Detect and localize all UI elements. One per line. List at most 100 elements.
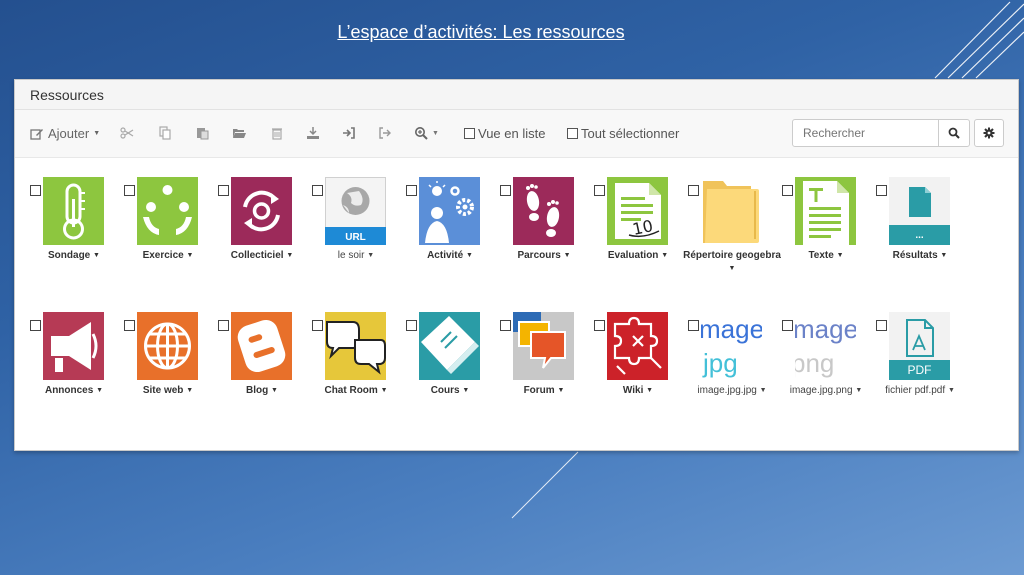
copy-button[interactable] [158, 126, 172, 140]
resource-checkbox[interactable] [500, 320, 511, 331]
resource-label: Résultats ▼ [892, 250, 948, 261]
resource-label: Texte ▼ [808, 250, 844, 261]
resource-checkbox[interactable] [312, 185, 323, 196]
resource-checkbox[interactable] [406, 320, 417, 331]
exercise-people-icon [137, 177, 198, 245]
sign-out-icon [379, 127, 391, 139]
svg-text:png: png [795, 348, 834, 378]
cycle-arrows-icon [231, 177, 292, 245]
download-icon [307, 127, 319, 139]
resource-checkbox[interactable] [782, 185, 793, 196]
resource-label: Site web ▼ [142, 385, 194, 396]
resource-checkbox[interactable] [876, 185, 887, 196]
zoom-in-icon [415, 127, 428, 140]
panel-title: Ressources [15, 80, 1018, 110]
resource-label: Activité ▼ [427, 250, 473, 261]
svg-text:mage: mage [701, 314, 762, 344]
edit-icon [30, 128, 43, 140]
search-icon [948, 127, 960, 139]
list-view-checkbox[interactable] [464, 128, 475, 139]
search-button[interactable] [938, 119, 970, 147]
resource-label: Chat Room ▼ [324, 385, 388, 396]
import-button[interactable] [342, 126, 356, 140]
resource-checkbox[interactable] [876, 320, 887, 331]
resource-label: Forum ▼ [523, 385, 565, 396]
globe-icon [137, 312, 198, 380]
footprints-icon [513, 177, 574, 245]
blogger-icon [231, 312, 292, 380]
url-globe-icon: URL [325, 177, 386, 245]
gear-icon [983, 127, 995, 139]
svg-text:...: ... [915, 230, 924, 241]
resource-label: fichier pdf.pdf ▼ [885, 385, 955, 396]
copy-icon [159, 126, 171, 140]
download-button[interactable] [306, 126, 320, 140]
resource-label: Exercice ▼ [142, 250, 194, 261]
caret-down-icon: ▼ [93, 130, 101, 137]
search-group [792, 119, 1004, 147]
resource-checkbox[interactable] [594, 185, 605, 196]
grade-sheet-icon: 10 [607, 177, 668, 245]
resource-checkbox[interactable] [30, 320, 41, 331]
select-all-checkbox[interactable] [567, 128, 578, 139]
resource-checkbox[interactable] [124, 320, 135, 331]
delete-button[interactable] [270, 126, 284, 140]
resource-checkbox[interactable] [688, 185, 699, 196]
resource-checkbox[interactable] [218, 185, 229, 196]
svg-text:jpg: jpg [702, 348, 738, 378]
resource-label: Annonces ▼ [44, 385, 104, 396]
resource-label: Evaluation ▼ [607, 250, 669, 261]
resource-checkbox[interactable] [30, 185, 41, 196]
paste-icon [197, 128, 209, 140]
resource-checkbox[interactable] [688, 320, 699, 331]
course-book-icon [419, 312, 480, 380]
resource-checkbox[interactable] [312, 320, 323, 331]
activity-ideas-icon [419, 177, 480, 245]
resource-checkbox[interactable] [124, 185, 135, 196]
resource-checkbox[interactable] [500, 185, 511, 196]
settings-button[interactable] [974, 119, 1004, 147]
resource-label: Cours ▼ [430, 385, 470, 396]
slide-title: L’espace d’activités: Les ressources [337, 22, 625, 42]
file-results-icon: ... [889, 177, 950, 245]
trash-icon [272, 128, 282, 140]
resource-label: Sondage ▼ [48, 250, 100, 261]
scissors-icon [120, 127, 134, 139]
folder-icon [703, 181, 759, 243]
resources-panel: Ressources Ajouter ▼ ▼ Vue en liste Tout… [14, 79, 1019, 451]
open-folder-button[interactable] [232, 126, 246, 140]
select-all-toggle[interactable]: Tout sélectionner [567, 126, 679, 141]
folder-open-icon [233, 129, 246, 138]
resource-checkbox[interactable] [406, 185, 417, 196]
resource-label: image.jpg.jpg ▼ [697, 385, 767, 396]
toolbar: Ajouter ▼ ▼ Vue en liste Tout sélectionn… [15, 110, 1018, 158]
resource-checkbox[interactable] [594, 320, 605, 331]
sign-in-icon [343, 127, 355, 139]
resource-label: Répertoire geogebra ▼ [683, 250, 781, 272]
image-jpg-icon: mage jpg [701, 312, 762, 380]
resource-label: le soir ▼ [337, 250, 375, 261]
export-button[interactable] [378, 126, 392, 140]
puzzle-icon [607, 312, 668, 380]
resource-label: Collecticiel ▼ [230, 250, 294, 261]
svg-text:mage: mage [795, 314, 856, 344]
list-view-toggle[interactable]: Vue en liste [464, 126, 545, 141]
chat-bubbles-icon [325, 312, 386, 380]
resource-label: Wiki ▼ [622, 385, 654, 396]
zoom-button[interactable]: ▼ [414, 126, 439, 140]
resource-label: Blog ▼ [246, 385, 278, 396]
paste-button[interactable] [195, 126, 209, 140]
resource-checkbox[interactable] [782, 320, 793, 331]
resource-label: Parcours ▼ [517, 250, 571, 261]
resource-checkbox[interactable] [218, 320, 229, 331]
text-document-icon [795, 177, 856, 245]
caret-down-icon: ▼ [432, 129, 439, 137]
pdf-file-icon: PDF [889, 312, 950, 380]
resource-label: image.jpg.png ▼ [789, 385, 863, 396]
select-all-label: Tout sélectionner [581, 126, 680, 141]
search-input[interactable] [792, 119, 939, 147]
add-label: Ajouter [48, 126, 90, 141]
image-png-icon: mage png [795, 312, 856, 380]
add-button[interactable]: Ajouter ▼ [30, 126, 100, 141]
cut-button[interactable] [120, 126, 134, 140]
